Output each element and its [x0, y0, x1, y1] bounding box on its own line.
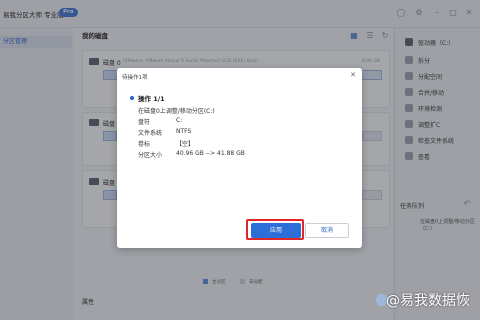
operation-description: 在磁盘0上调整/移动分区(C:)	[138, 108, 215, 115]
field-value-volume-label: 【空】	[176, 141, 195, 148]
field-label-filesystem: 文件系统	[138, 130, 163, 137]
operation-bullet-icon	[130, 96, 134, 100]
field-label-drive-letter: 盘符	[138, 119, 151, 126]
field-value-drive-letter: C:	[176, 117, 183, 124]
apply-button[interactable]: 应用	[251, 223, 301, 238]
field-value-filesystem: NTFS	[176, 128, 192, 135]
field-label-partition-size: 分区大小	[138, 152, 163, 159]
watermark-text: @易我数据恢	[386, 293, 470, 309]
operation-heading: 操作 1/1	[138, 95, 165, 103]
close-icon[interactable]: ✕	[348, 70, 358, 80]
field-label-volume-label: 卷标	[138, 141, 151, 148]
field-value-partition-size: 40.96 GB --> 41.88 GB	[176, 150, 245, 157]
dialog-title: 待操作1项	[122, 75, 148, 81]
cancel-button[interactable]: 取消	[305, 223, 349, 238]
